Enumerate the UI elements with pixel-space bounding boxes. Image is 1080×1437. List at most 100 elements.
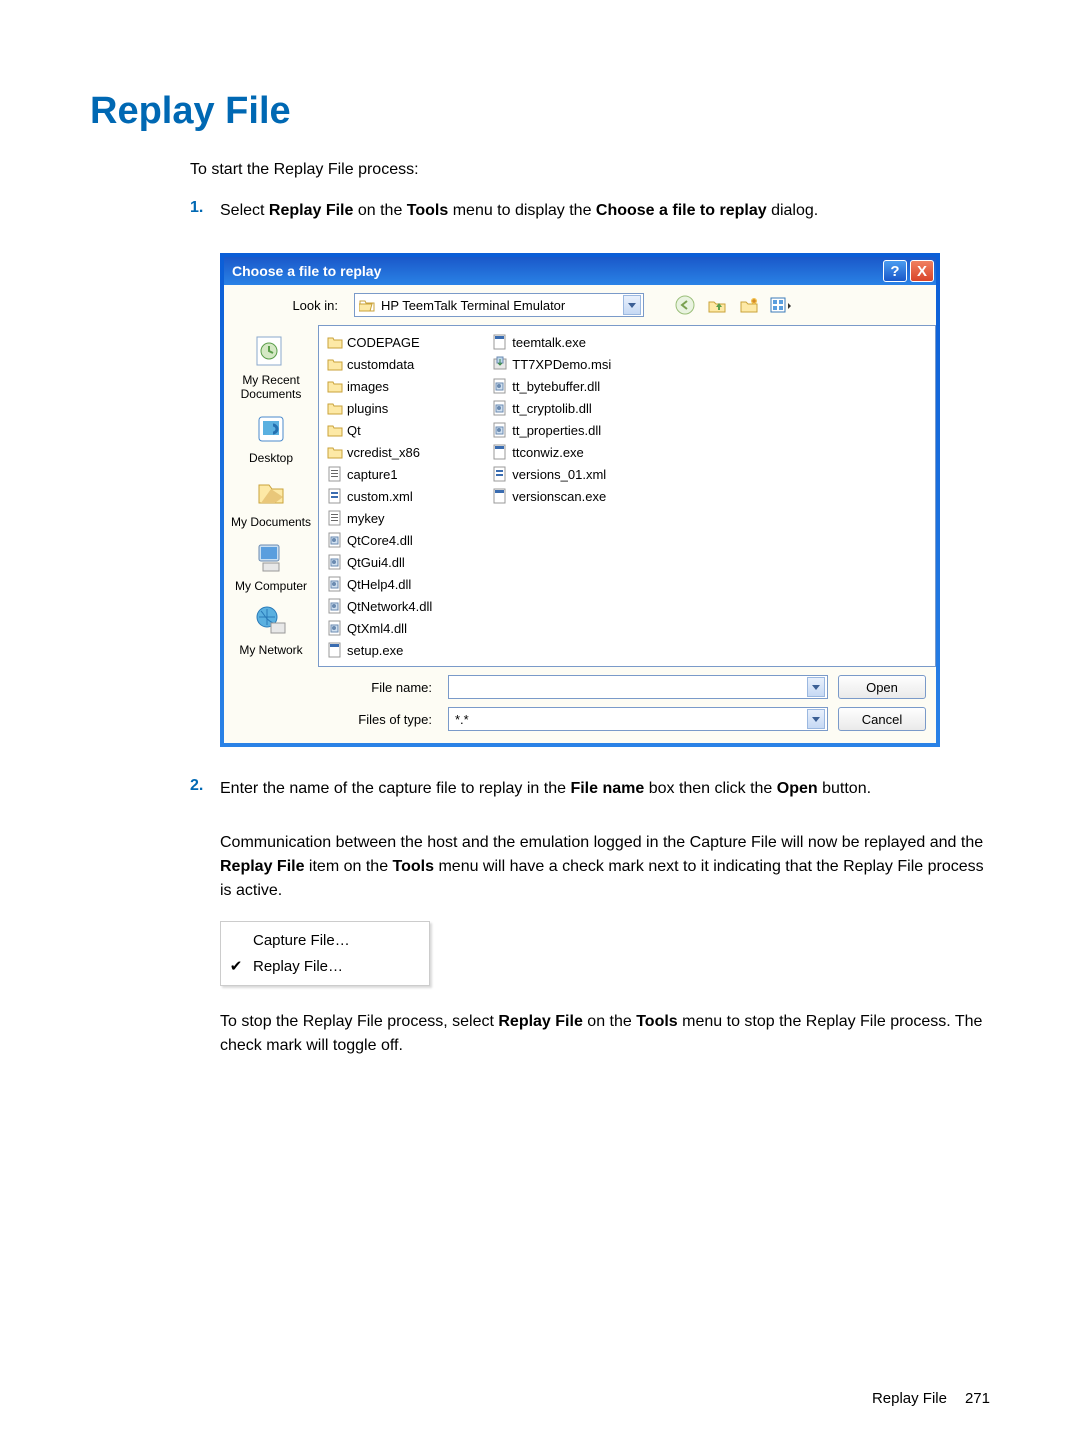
file-dialog: Choose a file to replay ? X Look in: HP … <box>220 253 940 747</box>
list-item[interactable]: tt_cryptolib.dll <box>492 398 611 418</box>
cancel-button[interactable]: Cancel <box>838 707 926 731</box>
step2-num: 2. <box>190 777 203 795</box>
para3-b1: Replay File <box>498 1013 582 1030</box>
file-name-label: versions_01.xml <box>512 467 606 482</box>
menu-capture-file[interactable]: Capture File… <box>221 928 429 953</box>
intro-text: To start the Replay File process: <box>190 161 990 179</box>
list-item[interactable]: setup.exe <box>327 640 432 660</box>
file-list[interactable]: CODEPAGE customdata images pluginsQtvcredis… <box>318 325 936 667</box>
para2-pre: Communication between the host and the e… <box>220 834 983 851</box>
list-item[interactable]: plugins <box>327 398 432 418</box>
place-mynetwork[interactable]: My Network <box>239 601 302 657</box>
lookin-select[interactable]: HP TeemTalk Terminal Emulator <box>354 293 644 317</box>
folder-icon <box>327 378 343 394</box>
list-item[interactable]: QtGui4.dll <box>327 552 432 572</box>
up-folder-icon[interactable] <box>706 294 728 316</box>
network-icon <box>251 601 291 641</box>
msi-icon <box>492 356 508 372</box>
list-item[interactable]: tt_bytebuffer.dll <box>492 376 611 396</box>
list-item[interactable]: images <box>327 376 432 396</box>
filename-label: File name: <box>328 680 438 695</box>
filetype-label: Files of type: <box>328 712 438 727</box>
list-item[interactable]: QtHelp4.dll <box>327 574 432 594</box>
new-folder-icon[interactable] <box>738 294 760 316</box>
list-item[interactable]: vcredist_x86 <box>327 442 432 462</box>
menu-replay-file[interactable]: ✔ Replay File… <box>221 953 429 979</box>
file-name-label: TT7XPDemo.msi <box>512 357 611 372</box>
file-name-label: mykey <box>347 511 385 526</box>
file-name-label: tt_cryptolib.dll <box>512 401 591 416</box>
dialog-title: Choose a file to replay <box>232 263 381 279</box>
step1-mid2: menu to display the <box>448 202 596 219</box>
list-item[interactable]: capture1 <box>327 464 432 484</box>
footer-page: 271 <box>965 1390 990 1407</box>
lookin-caret[interactable] <box>623 295 641 315</box>
filetype-select[interactable]: *.* <box>448 707 828 731</box>
list-item[interactable]: QtNetwork4.dll <box>327 596 432 616</box>
place-mydocs-label: My Documents <box>231 515 311 529</box>
file-name-label: images <box>347 379 389 394</box>
list-item[interactable]: teemtalk.exe <box>492 332 611 352</box>
step1-num: 1. <box>190 199 203 217</box>
help-button[interactable]: ? <box>883 260 907 282</box>
step1-b1: Replay File <box>269 202 353 219</box>
list-item[interactable]: ttconwiz.exe <box>492 442 611 462</box>
place-mydocs[interactable]: My Documents <box>231 473 311 529</box>
file-name-label: CODEPAGE <box>347 335 420 350</box>
file-name-label: QtCore4.dll <box>347 533 413 548</box>
list-item[interactable]: versionscan.exe <box>492 486 611 506</box>
exe-icon <box>492 334 508 350</box>
computer-icon <box>251 537 291 577</box>
para2-b2: Tools <box>393 858 434 875</box>
open-button[interactable]: Open <box>838 675 926 699</box>
para3-pre: To stop the Replay File process, select <box>220 1013 498 1030</box>
list-item[interactable]: custom.xml <box>327 486 432 506</box>
list-item[interactable]: mykey <box>327 508 432 528</box>
place-mycomputer[interactable]: My Computer <box>235 537 307 593</box>
list-item[interactable]: versions_01.xml <box>492 464 611 484</box>
list-item[interactable]: Qt <box>327 420 432 440</box>
para2-mid: item on the <box>304 858 392 875</box>
file-name-label: tt_properties.dll <box>512 423 601 438</box>
file-icon <box>327 510 343 526</box>
tools-menu-snippet: Capture File… ✔ Replay File… <box>220 921 430 986</box>
mydocs-icon <box>251 473 291 513</box>
list-item[interactable]: QtCore4.dll <box>327 530 432 550</box>
folder-icon <box>327 444 343 460</box>
step2-mid: box then click the <box>644 780 777 797</box>
folder-icon <box>327 400 343 416</box>
list-item[interactable]: QtXml4.dll <box>327 618 432 638</box>
dll-icon <box>327 532 343 548</box>
step1-b2: Tools <box>407 202 448 219</box>
file-name-label: setup.exe <box>347 643 403 658</box>
menu-replay-file-label: Replay File… <box>253 958 343 975</box>
step2-post: button. <box>818 780 871 797</box>
list-item[interactable]: customdata <box>327 354 432 374</box>
page-footer: Replay File 271 <box>872 1390 990 1407</box>
dll-icon <box>492 400 508 416</box>
para2: Communication between the host and the e… <box>220 831 990 903</box>
exe-icon <box>492 444 508 460</box>
place-desktop[interactable]: Desktop <box>249 409 293 465</box>
dll-icon <box>327 598 343 614</box>
close-button[interactable]: X <box>910 260 934 282</box>
filetype-caret[interactable] <box>807 709 825 729</box>
list-item[interactable]: TT7XPDemo.msi <box>492 354 611 374</box>
filetype-value: *.* <box>455 712 469 727</box>
step2-text: Enter the name of the capture file to re… <box>220 780 871 797</box>
dialog-titlebar[interactable]: Choose a file to replay ? X <box>224 257 936 285</box>
place-recent-label: My Recent Documents <box>228 373 314 401</box>
para3-b2: Tools <box>636 1013 677 1030</box>
list-item[interactable]: CODEPAGE <box>327 332 432 352</box>
file-name-label: teemtalk.exe <box>512 335 586 350</box>
step2-b2: Open <box>777 780 818 797</box>
list-item[interactable]: tt_properties.dll <box>492 420 611 440</box>
lookin-label: Look in: <box>234 298 344 313</box>
place-recent[interactable]: My Recent Documents <box>228 331 314 401</box>
views-icon[interactable] <box>770 294 792 316</box>
filename-input[interactable] <box>448 675 828 699</box>
xml-icon <box>327 488 343 504</box>
para2-b1: Replay File <box>220 858 304 875</box>
back-icon[interactable] <box>674 294 696 316</box>
filename-caret[interactable] <box>807 677 825 697</box>
